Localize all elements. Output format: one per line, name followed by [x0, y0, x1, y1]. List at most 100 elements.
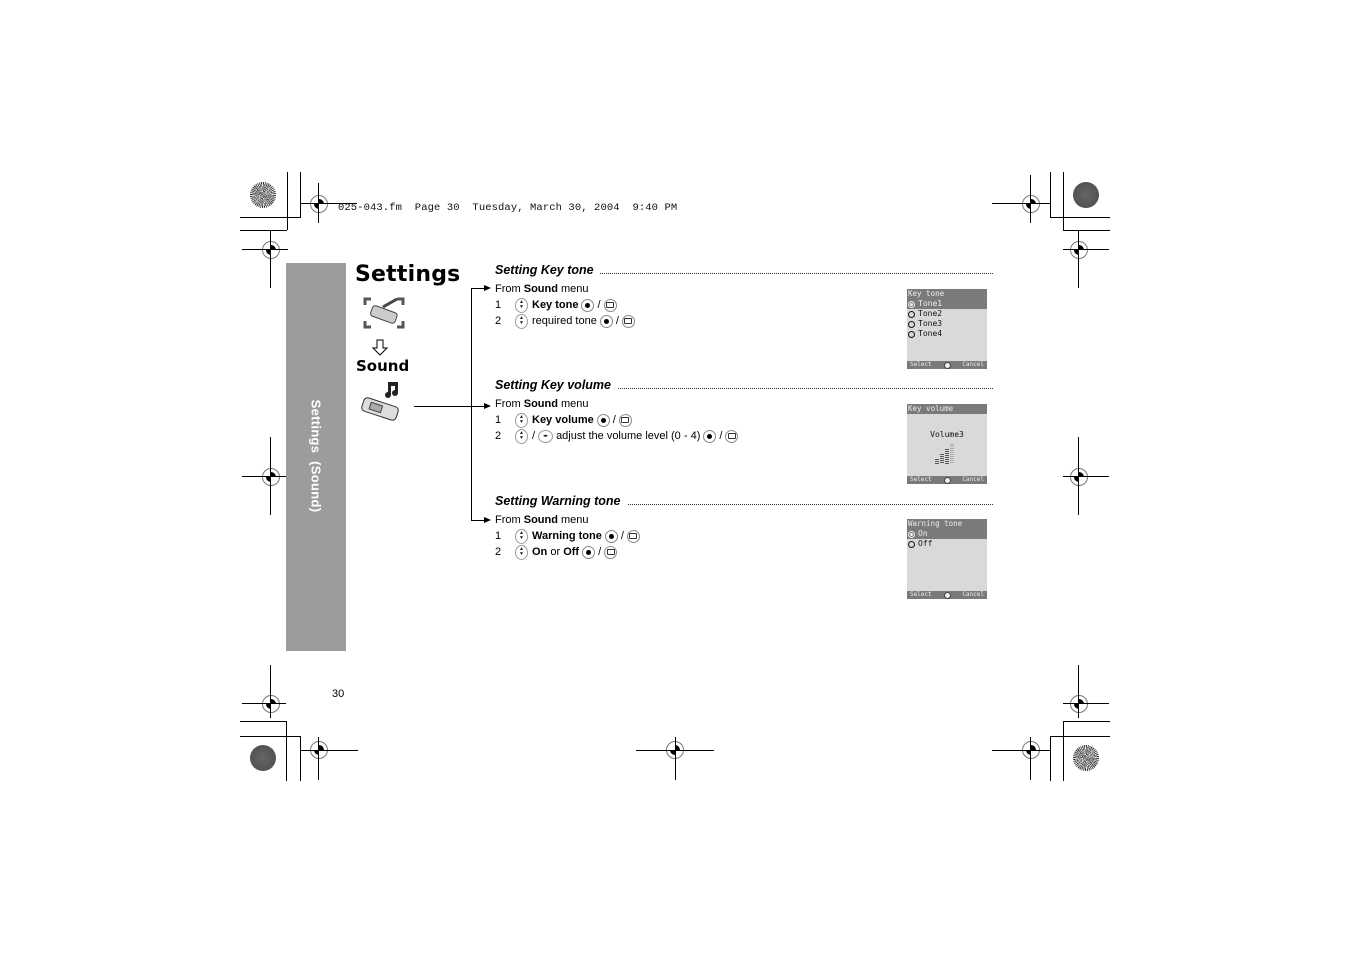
volume-bar [940, 454, 944, 464]
separator: / [598, 546, 602, 558]
connector-line [471, 288, 472, 521]
volume-bars [935, 444, 954, 464]
softkey-right: Cancel [962, 476, 984, 483]
connector-line [414, 406, 486, 407]
softkey-right: Cancel [962, 361, 984, 368]
from-menu-name: Sound [523, 283, 558, 295]
registration-mark-icon [310, 195, 328, 213]
registration-mark-icon [1070, 695, 1088, 713]
select-key-icon [703, 429, 717, 443]
from-suffix: menu [561, 398, 589, 410]
registration-star-icon [250, 745, 276, 771]
select-key-icon [581, 298, 595, 312]
softkey-left: Select [910, 591, 932, 598]
step-number: 2 [495, 546, 502, 558]
soft-key-icon [626, 529, 640, 543]
separator: / [615, 315, 619, 327]
soft-key-icon [725, 429, 739, 443]
separator: / [620, 530, 624, 542]
registration-mark-icon [262, 241, 280, 259]
section-title: Setting Key volume [495, 378, 611, 392]
from-menu-line: From Sound menu [495, 281, 589, 297]
screen-header: Key tone [907, 289, 987, 299]
from-menu-name: Sound [523, 514, 558, 526]
step-row: 1 ▲ ▼ Key volume / [495, 412, 635, 428]
nav-key-icon: ▲ ▼ [515, 428, 528, 444]
step-label: On [532, 546, 548, 558]
phone-screen-warning-tone: Warning tone On Off Select Cancel [907, 519, 987, 599]
nav-key-icon: ▲ ▼ [515, 297, 528, 313]
registration-star-icon [1073, 182, 1099, 208]
step-number: 1 [495, 414, 502, 426]
step-row: 2 ▲ ▼ On or Off / [495, 544, 620, 560]
step-row: 2 ▲ ▼ / ◂▸ adjust the volume level (0 - 4… [495, 428, 741, 444]
registration-star-icon [1073, 745, 1099, 771]
screen-softkeys: Select Cancel [907, 591, 987, 599]
arrow-head-icon [484, 517, 491, 523]
soft-key-icon [604, 545, 618, 559]
volume-bar [935, 459, 939, 464]
settings-phone-icon [361, 295, 407, 331]
sidebar-tab: Settings (Sound) [286, 263, 346, 651]
step-number: 2 [495, 315, 502, 327]
screen-header: Warning tone [907, 519, 987, 529]
phone-screen-key-tone: Key tone Tone1 Tone2 Tone3 Tone4 Select C… [907, 289, 987, 369]
step-number: 1 [495, 299, 502, 311]
registration-mark-icon [262, 468, 280, 486]
ok-key-icon [943, 591, 951, 599]
volume-label: Volume3 [930, 430, 964, 439]
separator: / [532, 430, 536, 442]
dotted-leader [600, 273, 993, 274]
radio-icon [908, 320, 915, 328]
ok-key-icon [943, 361, 951, 369]
arrow-head-icon [484, 285, 491, 291]
soft-key-icon [618, 413, 632, 427]
select-key-icon [599, 314, 613, 328]
step-row: 1 ▲ ▼ Warning tone / [495, 528, 643, 544]
registration-mark-icon [1070, 468, 1088, 486]
step-label: Warning tone [532, 530, 602, 542]
radio-selected-icon [908, 300, 915, 308]
separator: / [612, 414, 616, 426]
volume-bar [950, 444, 954, 464]
separator: / [597, 299, 601, 311]
from-suffix: menu [561, 283, 589, 295]
phone-sound-icon [356, 396, 402, 424]
radio-selected-icon [908, 530, 915, 538]
section-title: Setting Warning tone [495, 494, 621, 508]
arrow-head-icon [484, 403, 491, 409]
screen-option: Tone1 [907, 299, 987, 309]
sidebar-label: Settings (Sound) [308, 399, 324, 513]
volume-bar [945, 449, 949, 464]
page-number: 30 [332, 688, 345, 700]
submenu-title: Sound [356, 357, 410, 375]
select-key-icon [582, 545, 596, 559]
ok-key-icon [943, 476, 951, 484]
registration-mark-icon [1070, 241, 1088, 259]
nav-key-icon: ▲ ▼ [515, 544, 528, 560]
step-row: 2 ▲ ▼ required tone / [495, 313, 638, 329]
nav-key-icon: ▲ ▼ [515, 528, 528, 544]
screen-option: Tone3 [907, 319, 987, 329]
down-arrow-icon [371, 339, 389, 357]
screen-option: Tone4 [907, 329, 987, 339]
screen-option: On [907, 529, 987, 539]
from-menu-line: From Sound menu [495, 512, 589, 528]
registration-mark-icon [1022, 195, 1040, 213]
nav-key-icon: ▲ ▼ [515, 313, 528, 329]
step-text: required tone [532, 315, 597, 327]
from-suffix: menu [561, 514, 589, 526]
select-key-icon [596, 413, 610, 427]
from-prefix: From [495, 398, 521, 410]
step-label: Key tone [532, 299, 579, 311]
page-title: Settings [355, 262, 461, 287]
separator: / [719, 430, 723, 442]
radio-icon [908, 310, 915, 318]
softkey-right: Cancel [962, 591, 984, 598]
from-menu-line: From Sound menu [495, 396, 589, 412]
screen-option: Tone2 [907, 309, 987, 319]
nav-key-icon: ▲ ▼ [515, 412, 528, 428]
radio-icon [908, 540, 915, 548]
select-key-icon [604, 529, 618, 543]
file-header-line: 025-043.fm Page 30 Tuesday, March 30, 20… [338, 202, 678, 214]
